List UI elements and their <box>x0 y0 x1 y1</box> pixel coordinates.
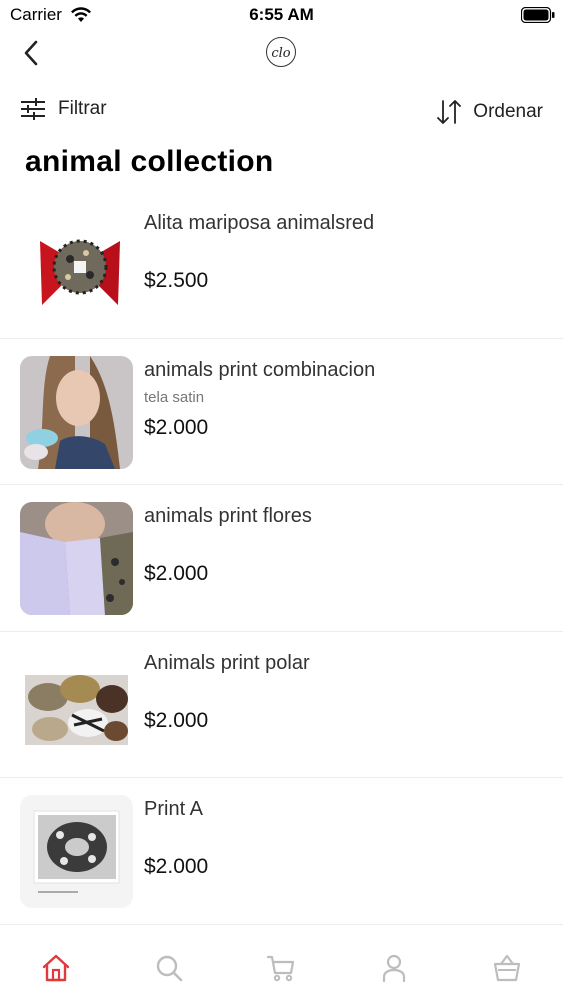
brand-logo[interactable]: clo <box>265 36 297 68</box>
product-item[interactable]: animals print combinacion tela satin $2.… <box>0 339 563 485</box>
product-price: $2.000 <box>144 708 209 732</box>
sort-label: Ordenar <box>473 101 543 122</box>
product-name: Animals print polar <box>144 651 310 674</box>
product-name: Alita mariposa animalsred <box>144 212 375 234</box>
product-item[interactable]: Print A $2.000 <box>0 778 563 925</box>
product-image <box>20 209 133 322</box>
nav-bar: clo <box>0 30 563 78</box>
cart-icon <box>267 955 295 982</box>
product-price: $2.000 <box>144 855 209 878</box>
tab-profile[interactable] <box>338 925 451 1000</box>
back-button[interactable] <box>14 36 48 70</box>
product-item[interactable]: animals print flores $2.000 <box>0 485 563 632</box>
product-name: Print A <box>144 798 203 820</box>
filter-label: Filtrar <box>58 98 107 119</box>
user-icon <box>382 954 406 983</box>
product-price: $2.500 <box>144 269 209 292</box>
status-bar: Carrier 6:55 AM <box>0 0 563 30</box>
product-image <box>20 795 133 908</box>
tab-orders[interactable] <box>450 925 563 1000</box>
search-icon <box>156 955 183 982</box>
tab-search[interactable] <box>113 925 226 1000</box>
sort-arrows-icon <box>437 100 462 124</box>
home-icon <box>43 954 70 982</box>
product-subtitle: tela satin <box>144 388 205 406</box>
product-item[interactable]: Animals print polar $2.000 <box>0 632 563 778</box>
product-price: $2.000 <box>144 415 209 439</box>
chevron-left-icon <box>24 40 38 66</box>
page-title: animal collection <box>25 145 274 178</box>
sliders-icon <box>21 98 45 120</box>
product-name: animals print combinacion <box>144 358 376 381</box>
product-item[interactable]: Alita mariposa animalsred $2.500 <box>0 192 563 339</box>
sort-button[interactable]: Ordenar <box>435 98 543 126</box>
filter-sort-bar: Filtrar Ordenar <box>0 92 563 134</box>
status-time: 6:55 AM <box>249 5 314 24</box>
product-list: Alita mariposa animalsred $2.500 animals… <box>0 192 563 925</box>
product-image <box>20 648 133 762</box>
page: Carrier 6:55 AM clo Filtrar Ordenar anim… <box>0 0 563 1000</box>
filter-button[interactable]: Filtrar <box>20 98 107 120</box>
tab-bar <box>0 924 563 1000</box>
product-image <box>20 355 133 469</box>
logo-text: clo <box>271 46 290 61</box>
battery-icon <box>521 7 555 23</box>
tab-home[interactable] <box>0 925 113 1000</box>
product-image <box>20 502 133 615</box>
bag-icon <box>493 954 520 982</box>
product-price: $2.000 <box>144 562 209 585</box>
product-name: animals print flores <box>144 505 312 527</box>
tab-cart[interactable] <box>225 925 338 1000</box>
